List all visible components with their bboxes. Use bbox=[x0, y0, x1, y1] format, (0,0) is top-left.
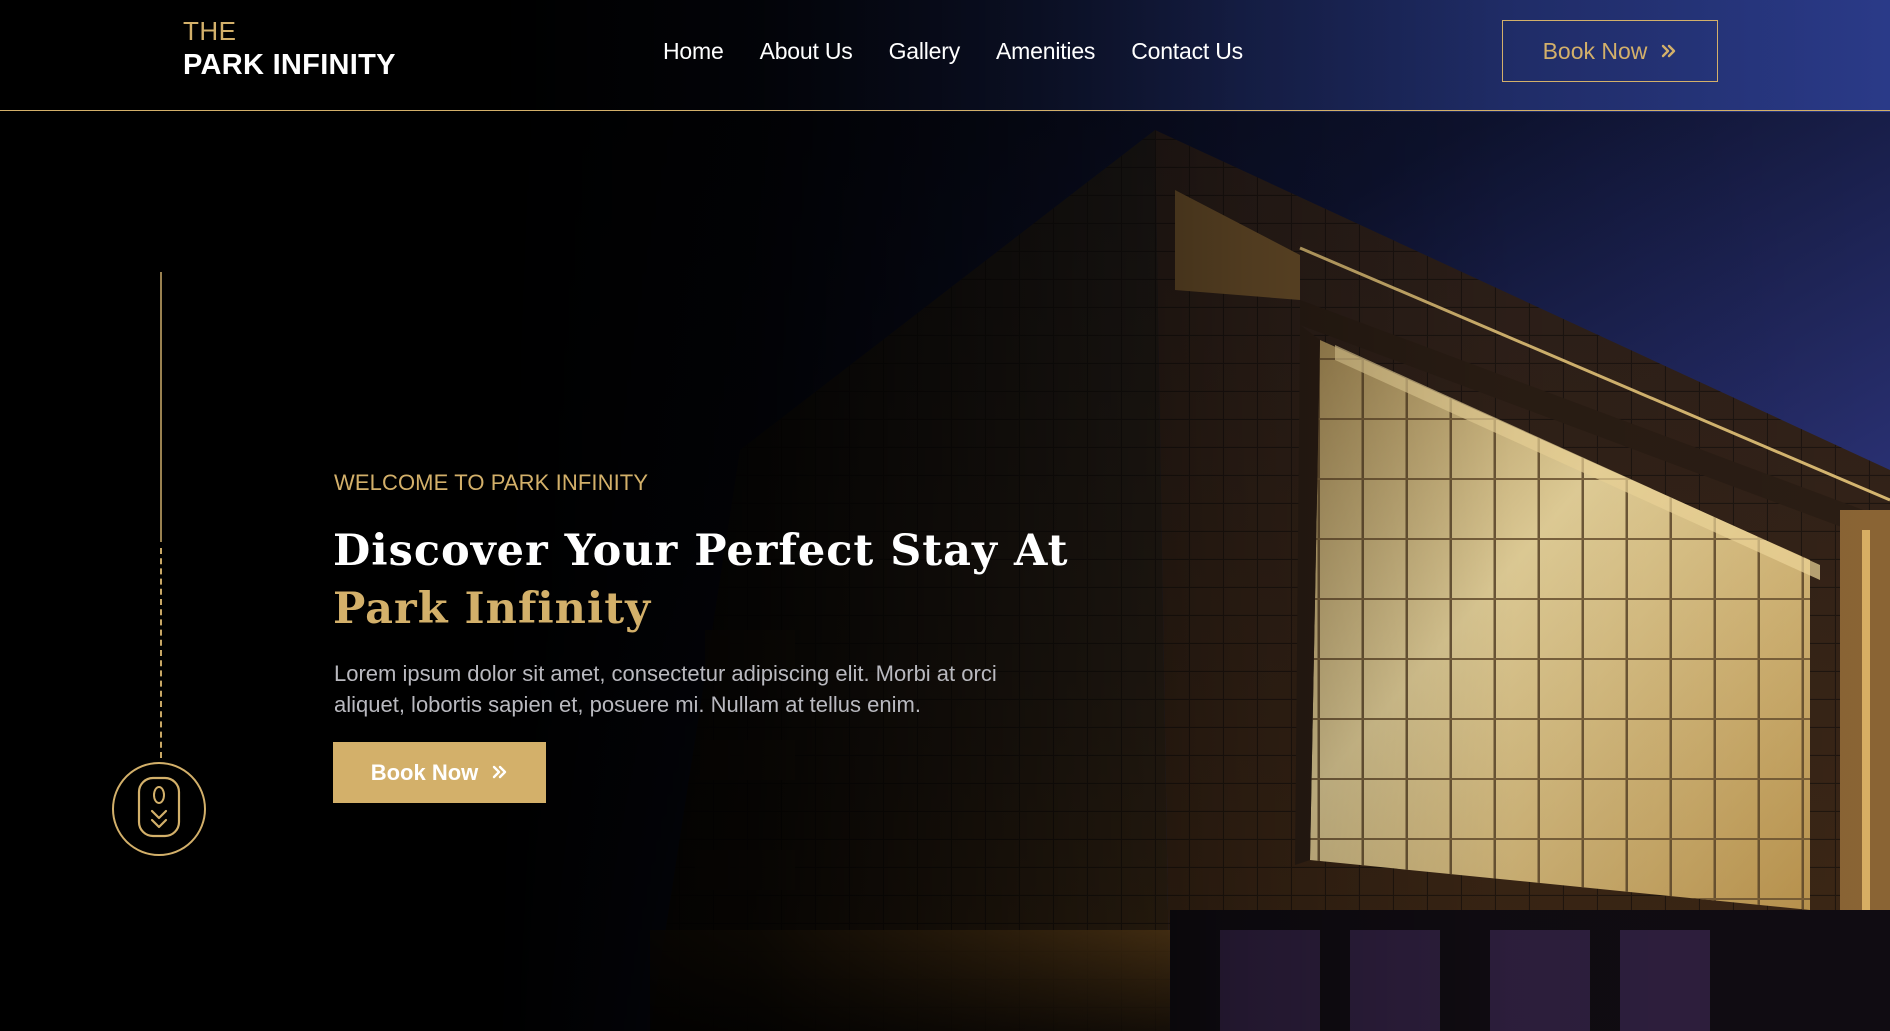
main-navigation: Home About Us Gallery Amenities Contact … bbox=[663, 38, 1279, 65]
header-book-now-label: Book Now bbox=[1542, 37, 1648, 64]
double-chevron-right-icon bbox=[1661, 38, 1677, 65]
logo-title: PARK INFINITY bbox=[183, 49, 396, 81]
hero-overlay bbox=[0, 0, 1890, 1031]
hero-title: Discover Your Perfect Stay At Park Infin… bbox=[333, 522, 1068, 638]
scroll-guide-line bbox=[160, 272, 162, 542]
scroll-down-button[interactable] bbox=[112, 762, 206, 856]
site-logo[interactable]: THE PARK INFINITY bbox=[183, 18, 396, 80]
nav-about-us[interactable]: About Us bbox=[760, 38, 853, 65]
hero-book-now-label: Book Now bbox=[370, 759, 479, 785]
nav-contact-us[interactable]: Contact Us bbox=[1131, 38, 1243, 65]
hero-description-line-1: Lorem ipsum dolor sit amet, consectetur … bbox=[334, 661, 997, 686]
mouse-scroll-icon bbox=[137, 776, 181, 843]
header-book-now-button[interactable]: Book Now bbox=[1502, 20, 1718, 82]
scroll-guide-dashed-line bbox=[160, 548, 162, 758]
hero-eyebrow: WELCOME TO PARK INFINITY bbox=[334, 470, 649, 495]
logo-prefix: THE bbox=[183, 16, 237, 46]
hero-description: Lorem ipsum dolor sit amet, consectetur … bbox=[334, 658, 1094, 720]
nav-amenities[interactable]: Amenities bbox=[996, 38, 1095, 65]
double-chevron-right-icon bbox=[492, 760, 508, 786]
site-header: THE PARK INFINITY Home About Us Gallery … bbox=[0, 0, 1890, 111]
nav-home[interactable]: Home bbox=[663, 38, 724, 65]
hero-book-now-button[interactable]: Book Now bbox=[333, 742, 546, 803]
nav-gallery[interactable]: Gallery bbox=[889, 38, 961, 65]
hero-title-line-1: Discover Your Perfect Stay At bbox=[333, 526, 1069, 576]
hero-description-line-2: aliquet, lobortis sapien et, posuere mi.… bbox=[334, 692, 921, 717]
hero-title-line-2: Park Infinity bbox=[333, 584, 652, 634]
